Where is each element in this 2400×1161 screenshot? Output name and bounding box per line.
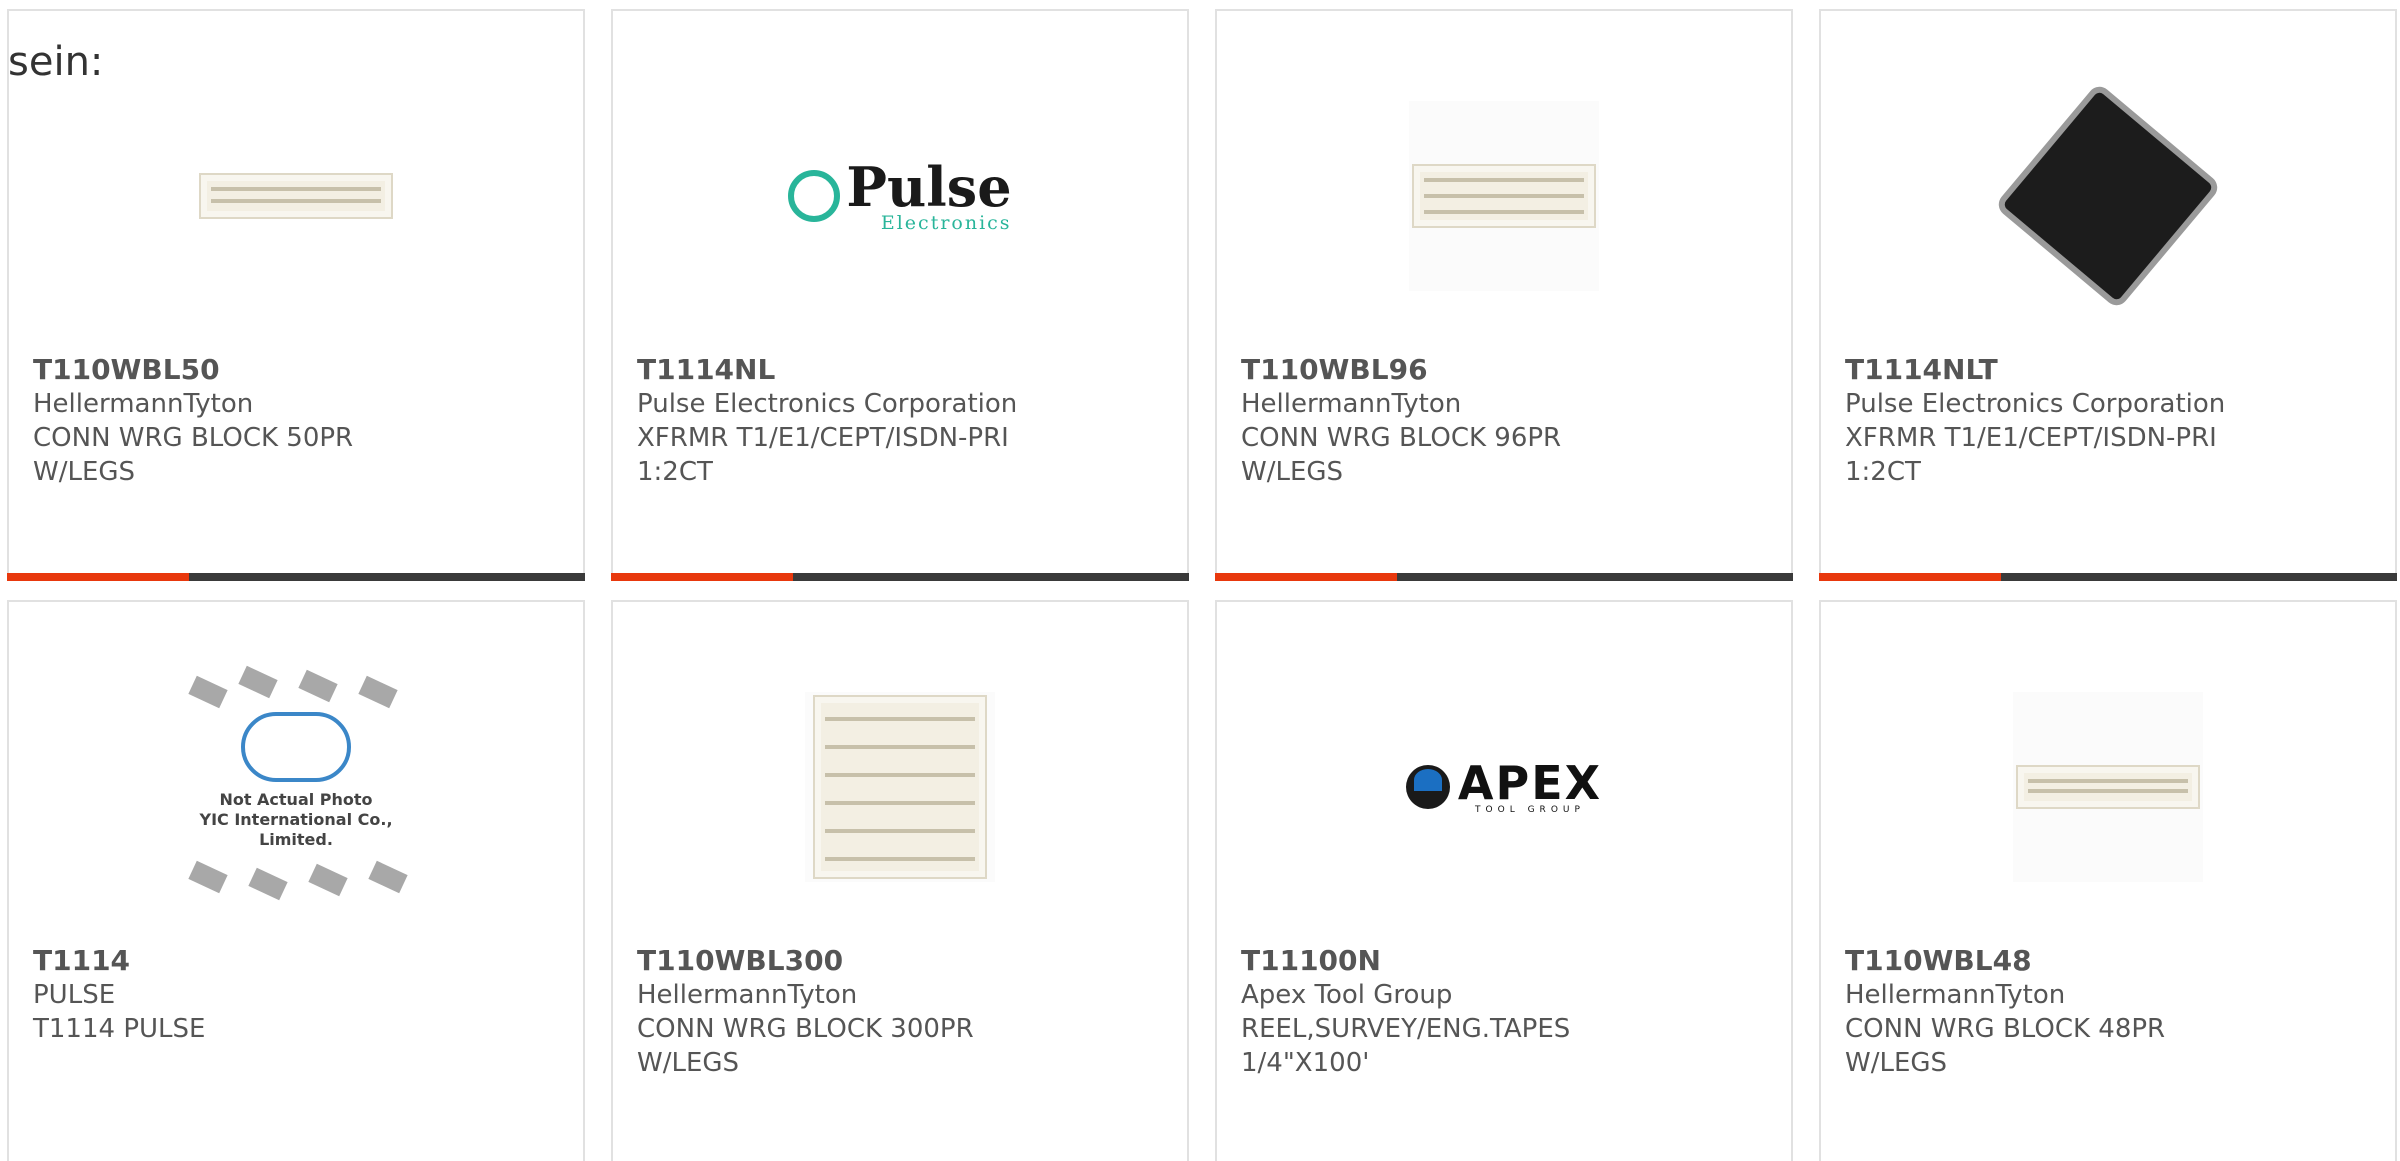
card-footer-bar	[7, 573, 585, 581]
apex-logo-icon	[1405, 765, 1450, 809]
description: CONN WRG BLOCK 50PR W/LEGS	[33, 423, 354, 487]
product-image[interactable]	[1217, 71, 1791, 321]
apex-logo: APEX TOOL GROUP	[1405, 755, 1603, 815]
yic-caption-line1: Not Actual Photo	[219, 790, 373, 809]
manufacturer: PULSE	[33, 980, 116, 1010]
product-info: T11100N Apex Tool Group REEL,SURVEY/ENG.…	[1241, 944, 1767, 1080]
description: REEL,SURVEY/ENG.TAPES 1/4"X100'	[1241, 1014, 1571, 1078]
lead-text: sein:	[8, 39, 104, 85]
product-info: T1114 PULSE T1114 PULSE	[33, 944, 559, 1046]
description: CONN WRG BLOCK 96PR W/LEGS	[1241, 423, 1562, 487]
transformer-chip-image	[2002, 90, 2214, 302]
card-footer-bar	[611, 573, 1189, 581]
card-footer-bar	[1819, 573, 2397, 581]
manufacturer: Apex Tool Group	[1241, 980, 1453, 1010]
product-info: T1114NL Pulse Electronics Corporation XF…	[637, 353, 1163, 489]
pulse-logo-subtext: Electronics	[880, 211, 1012, 234]
card-footer-accent	[7, 573, 189, 581]
product-image[interactable]: Not Actual Photo YIC International Co., …	[9, 662, 583, 912]
part-number[interactable]: T11100N	[1241, 944, 1767, 978]
product-info: T1114NLT Pulse Electronics Corporation X…	[1845, 353, 2371, 489]
manufacturer: HellermannTyton	[637, 980, 858, 1010]
product-image[interactable]	[9, 71, 583, 321]
product-image[interactable]: APEX TOOL GROUP	[1217, 662, 1791, 912]
product-card[interactable]: T110WBL50 HellermannTyton CONN WRG BLOCK…	[7, 9, 585, 581]
manufacturer: Pulse Electronics Corporation	[637, 389, 1018, 419]
product-info: T110WBL48 HellermannTyton CONN WRG BLOCK…	[1845, 944, 2371, 1080]
manufacturer: HellermannTyton	[1845, 980, 2066, 1010]
product-card[interactable]: Not Actual Photo YIC International Co., …	[7, 600, 585, 1161]
description: CONN WRG BLOCK 48PR W/LEGS	[1845, 1014, 2166, 1078]
manufacturer: Pulse Electronics Corporation	[1845, 389, 2226, 419]
part-number[interactable]: T110WBL300	[637, 944, 1163, 978]
product-card[interactable]: T1114NLT Pulse Electronics Corporation X…	[1819, 9, 2397, 581]
part-number[interactable]: T110WBL48	[1845, 944, 2371, 978]
product-info: T110WBL50 HellermannTyton CONN WRG BLOCK…	[33, 353, 559, 489]
product-image[interactable]	[1821, 662, 2395, 912]
product-info: T110WBL300 HellermannTyton CONN WRG BLOC…	[637, 944, 1163, 1080]
yic-logo-icon	[241, 712, 351, 782]
product-card[interactable]: T110WBL96 HellermannTyton CONN WRG BLOCK…	[1215, 9, 1793, 581]
part-number[interactable]: T110WBL96	[1241, 353, 1767, 387]
part-number[interactable]: T1114	[33, 944, 559, 978]
description: XFRMR T1/E1/CEPT/ISDN-PRI 1:2CT	[1845, 423, 2217, 487]
part-number[interactable]: T1114NL	[637, 353, 1163, 387]
pulse-logo: Pulse Electronics	[788, 154, 1012, 234]
apex-logo-text: APEX	[1457, 755, 1603, 810]
card-footer-bar	[1215, 573, 1793, 581]
product-info: T110WBL96 HellermannTyton CONN WRG BLOCK…	[1241, 353, 1767, 489]
description: XFRMR T1/E1/CEPT/ISDN-PRI 1:2CT	[637, 423, 1009, 487]
part-number[interactable]: T1114NLT	[1845, 353, 2371, 387]
pulse-logo-text: Pulse	[846, 154, 1012, 219]
product-image[interactable]	[1821, 71, 2395, 321]
apex-logo-subtext: TOOL GROUP	[1475, 804, 1585, 815]
product-card[interactable]: Pulse Electronics T1114NL Pulse Electron…	[611, 9, 1189, 581]
yic-placeholder-image: Not Actual Photo YIC International Co., …	[161, 662, 431, 912]
description: CONN WRG BLOCK 300PR W/LEGS	[637, 1014, 974, 1078]
product-image[interactable]: Pulse Electronics	[613, 71, 1187, 321]
card-footer-accent	[1819, 573, 2001, 581]
part-number[interactable]: T110WBL50	[33, 353, 559, 387]
card-footer-accent	[1215, 573, 1397, 581]
yic-caption-line2: YIC International Co., Limited.	[199, 810, 393, 849]
product-card[interactable]: T110WBL300 HellermannTyton CONN WRG BLOC…	[611, 600, 1189, 1161]
description: T1114 PULSE	[33, 1014, 206, 1044]
card-footer-accent	[611, 573, 793, 581]
pulse-logo-icon	[788, 170, 841, 222]
product-card[interactable]: APEX TOOL GROUP T11100N Apex Tool Group …	[1215, 600, 1793, 1161]
product-image[interactable]	[613, 662, 1187, 912]
page: sein: T110WBL50 HellermannTyton CONN WRG…	[0, 0, 2400, 1161]
manufacturer: HellermannTyton	[1241, 389, 1462, 419]
manufacturer: HellermannTyton	[33, 389, 254, 419]
product-card[interactable]: T110WBL48 HellermannTyton CONN WRG BLOCK…	[1819, 600, 2397, 1161]
